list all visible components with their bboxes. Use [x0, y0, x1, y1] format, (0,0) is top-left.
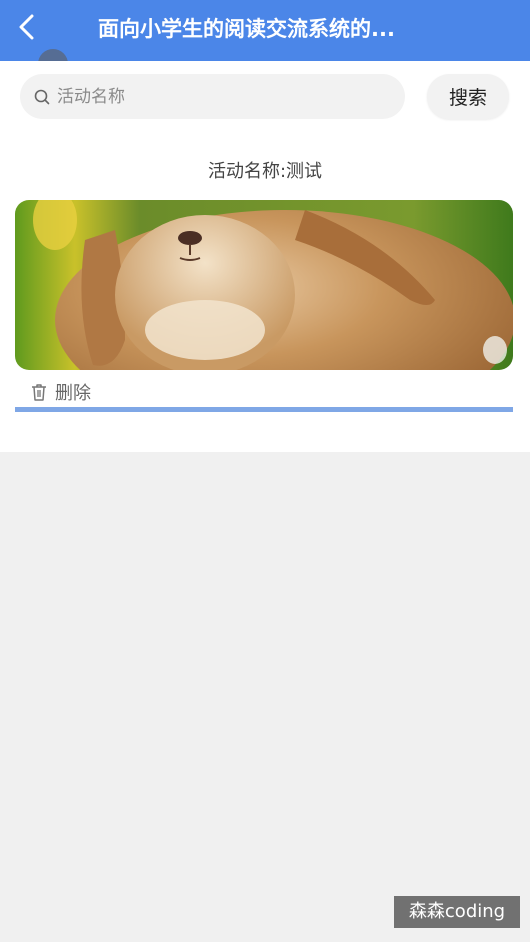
search-bar: [20, 74, 405, 119]
main-content: 搜索 活动名称:测试: [0, 61, 530, 452]
rabbit-photo: [15, 200, 513, 370]
activity-image[interactable]: [15, 200, 513, 370]
watermark: 森森coding: [394, 896, 520, 928]
chevron-left-icon: [19, 14, 34, 40]
search-input[interactable]: [57, 74, 387, 119]
divider: [15, 407, 513, 412]
page-title: 面向小学生的阅读交流系统的...: [98, 17, 395, 41]
search-button[interactable]: 搜索: [427, 74, 509, 119]
search-icon: [34, 89, 50, 105]
activity-name-label: 活动名称:测试: [207, 161, 323, 182]
trash-icon: [32, 384, 46, 401]
delete-label: 删除: [55, 383, 91, 404]
delete-button[interactable]: 删除: [29, 378, 91, 406]
app-header: 面向小学生的阅读交流系统的...: [0, 0, 530, 61]
back-button[interactable]: [12, 12, 42, 42]
